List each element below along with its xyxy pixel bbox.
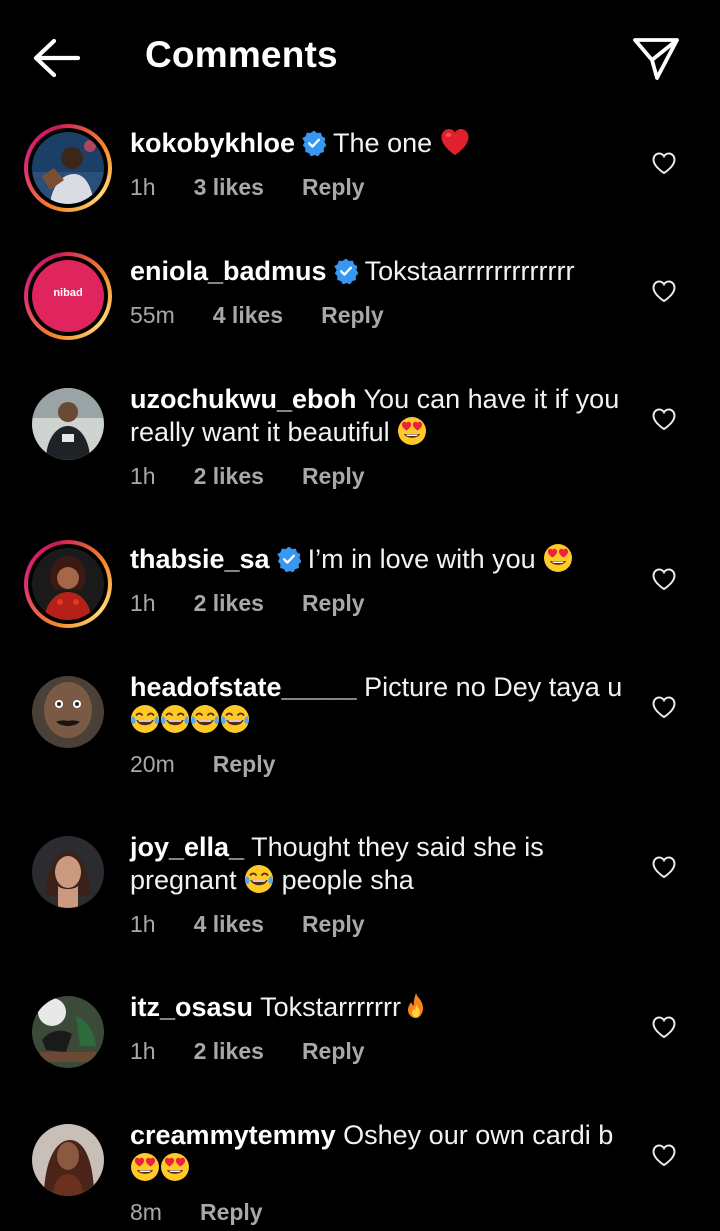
comment-text: Picture no Dey taya u bbox=[364, 672, 623, 702]
comment-time: 8m bbox=[130, 1199, 162, 1225]
comment-time: 55m bbox=[130, 302, 175, 328]
comment-text: Oshey our own cardi b bbox=[343, 1120, 614, 1150]
comment-likes[interactable]: 2 likes bbox=[194, 463, 264, 490]
comment-time: 20m bbox=[130, 751, 175, 777]
reply-button[interactable]: Reply bbox=[302, 463, 365, 490]
reply-button[interactable]: Reply bbox=[302, 1038, 365, 1065]
comment-item: headofstate_____ Picture no Dey taya u 2… bbox=[0, 668, 720, 788]
comment-text-continued: people sha bbox=[281, 865, 414, 895]
comment-time: 1h bbox=[130, 911, 156, 937]
comment-username[interactable]: joy_ella_ bbox=[130, 832, 244, 862]
like-heart-icon[interactable] bbox=[651, 1143, 677, 1167]
like-heart-icon[interactable] bbox=[651, 151, 677, 175]
comment-text: Tokstarrrrrrr bbox=[260, 992, 402, 1022]
comment-time: 1h bbox=[130, 590, 156, 616]
comment-username[interactable]: headofstate_____ bbox=[130, 672, 357, 702]
comment-likes[interactable]: 4 likes bbox=[194, 911, 264, 938]
comment-item: itz_osasu Tokstarrrrrrr 1h 2 likes Reply bbox=[0, 988, 720, 1088]
like-heart-icon[interactable] bbox=[651, 567, 677, 591]
comment-username[interactable]: itz_osasu bbox=[130, 992, 253, 1022]
heart-eyes-emoji-icon bbox=[397, 416, 427, 446]
comment-username[interactable]: creammytemmy bbox=[130, 1120, 336, 1150]
comment-likes[interactable]: 4 likes bbox=[213, 302, 283, 329]
comment-item: joy_ella_ Thought they said she is pregn… bbox=[0, 828, 720, 948]
avatar[interactable] bbox=[24, 988, 112, 1076]
tears-of-joy-emoji-icon bbox=[130, 704, 160, 734]
heart-eyes-emoji-icon bbox=[130, 1152, 160, 1182]
avatar[interactable] bbox=[24, 828, 112, 916]
avatar[interactable] bbox=[24, 668, 112, 756]
tears-of-joy-emoji-icon bbox=[190, 704, 220, 734]
avatar-story-ring[interactable] bbox=[24, 540, 112, 628]
comment-likes[interactable]: 2 likes bbox=[194, 1038, 264, 1065]
reply-button[interactable]: Reply bbox=[302, 174, 365, 201]
like-heart-icon[interactable] bbox=[651, 407, 677, 431]
comment-username[interactable]: thabsie_sa bbox=[130, 544, 270, 574]
tears-of-joy-emoji-icon bbox=[220, 704, 250, 734]
comment-likes[interactable]: 2 likes bbox=[194, 590, 264, 617]
arrow-left-icon[interactable] bbox=[30, 36, 82, 80]
send-icon[interactable] bbox=[630, 34, 682, 82]
comment-time: 1h bbox=[130, 463, 156, 489]
comment-item: uzochukwu_eboh You can have it if you re… bbox=[0, 380, 720, 500]
comment-item: kokobykhloe The one 1h 3 likes Reply bbox=[0, 124, 720, 224]
comment-item: creammytemmy Oshey our own cardi b 8m Rep… bbox=[0, 1116, 720, 1231]
verified-badge-icon bbox=[333, 258, 359, 284]
avatar-story-ring[interactable] bbox=[24, 124, 112, 212]
comment-username[interactable]: kokobykhloe bbox=[130, 128, 295, 158]
reply-button[interactable]: Reply bbox=[213, 751, 276, 778]
fire-emoji-icon bbox=[401, 991, 431, 1021]
comment-item: nibad eniola_badmus Tokstaarrrrrrrrrrrrr … bbox=[0, 252, 720, 352]
tears-of-joy-emoji-icon bbox=[244, 864, 274, 894]
avatar-story-ring[interactable]: nibad bbox=[24, 252, 112, 340]
avatar[interactable] bbox=[24, 380, 112, 468]
like-heart-icon[interactable] bbox=[651, 695, 677, 719]
comment-time: 1h bbox=[130, 1038, 156, 1064]
comment-username[interactable]: eniola_badmus bbox=[130, 256, 327, 286]
avatar[interactable] bbox=[24, 1116, 112, 1204]
tears-of-joy-emoji-icon bbox=[160, 704, 190, 734]
like-heart-icon[interactable] bbox=[651, 1015, 677, 1039]
reply-button[interactable]: Reply bbox=[302, 911, 365, 938]
like-heart-icon[interactable] bbox=[651, 279, 677, 303]
heart-eyes-emoji-icon bbox=[160, 1152, 190, 1182]
avatar bbox=[32, 132, 104, 204]
comment-item: thabsie_sa I’m in love with you 1h 2 likes… bbox=[0, 540, 720, 640]
verified-badge-icon bbox=[301, 130, 327, 156]
heart-eyes-emoji-icon bbox=[543, 543, 573, 573]
avatar: nibad bbox=[32, 260, 104, 332]
reply-button[interactable]: Reply bbox=[200, 1199, 263, 1226]
reply-button[interactable]: Reply bbox=[321, 302, 384, 329]
page-title: Comments bbox=[145, 34, 338, 75]
comment-username[interactable]: uzochukwu_eboh bbox=[130, 384, 357, 414]
reply-button[interactable]: Reply bbox=[302, 590, 365, 617]
avatar bbox=[32, 548, 104, 620]
verified-badge-icon bbox=[276, 546, 302, 572]
comment-text: I’m in love with you bbox=[307, 544, 536, 574]
comment-text: Tokstaarrrrrrrrrrrrr bbox=[364, 256, 575, 286]
like-heart-icon[interactable] bbox=[651, 855, 677, 879]
comment-likes[interactable]: 3 likes bbox=[194, 174, 264, 201]
comment-time: 1h bbox=[130, 174, 156, 200]
avatar-logo-text: nibad bbox=[53, 287, 83, 299]
top-bar: Comments bbox=[0, 0, 720, 116]
comment-text: The one bbox=[333, 128, 433, 158]
red-heart-emoji-icon bbox=[440, 127, 470, 157]
